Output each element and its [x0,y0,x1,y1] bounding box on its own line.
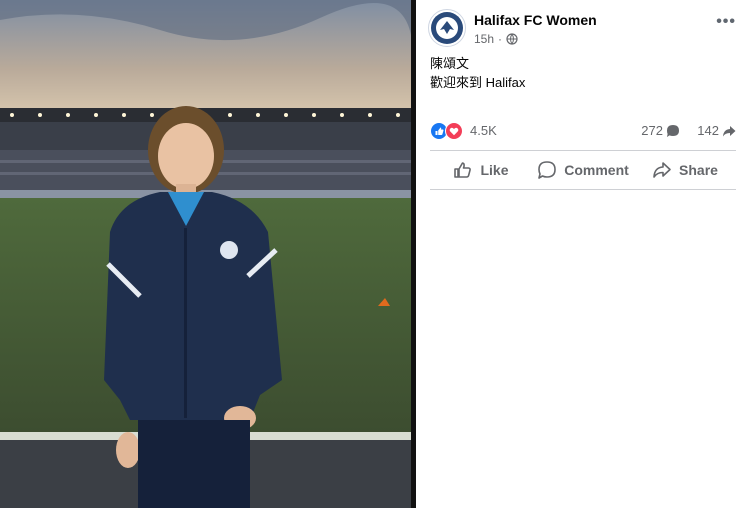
post-meta: 15h · [474,32,518,46]
share-icon [653,162,671,178]
post-actions: Like Comment Share [430,152,736,188]
share-label: Share [679,162,718,178]
comment-label: Comment [564,162,629,178]
photo-scene [0,0,411,508]
page-avatar[interactable] [428,9,466,47]
comments-count[interactable]: 272 [641,123,680,138]
halifax-crest-icon [431,12,463,44]
like-button[interactable]: Like [430,152,532,188]
post-details-panel: Halifax FC Women 15h · ••• 陳頌文 歡迎來到 Hali… [416,0,750,508]
divider-top [430,150,736,151]
like-label: Like [480,162,509,178]
divider-bottom [430,189,736,190]
post-photo[interactable] [0,0,411,508]
more-options-icon[interactable]: ••• [716,14,736,30]
facebook-post-viewer: Halifax FC Women 15h · ••• 陳頌文 歡迎來到 Hali… [0,0,750,508]
post-header: Halifax FC Women 15h · ••• [428,9,736,49]
comment-bubble-icon [667,124,679,137]
share-button[interactable]: Share [634,152,736,188]
post-text: 陳頌文 歡迎來到 Halifax [430,54,525,92]
reaction-icons[interactable] [430,122,466,140]
post-text-line-1: 陳頌文 [430,56,470,71]
shares-count-value: 142 [697,123,719,138]
comment-icon [538,161,557,179]
thumbs-up-icon [454,162,472,178]
reactions-bar: 4.5K 272 142 [430,121,736,141]
comments-count-value: 272 [641,123,663,138]
comment-button[interactable]: Comment [532,152,634,188]
page-name[interactable]: Halifax FC Women [474,12,597,28]
post-text-line-2: 歡迎來到 Halifax [430,75,526,90]
reactions-count[interactable]: 4.5K [470,123,497,138]
globe-icon [506,33,518,45]
share-arrow-icon [723,125,736,136]
post-time[interactable]: 15h [474,32,494,46]
shares-count[interactable]: 142 [697,123,736,138]
